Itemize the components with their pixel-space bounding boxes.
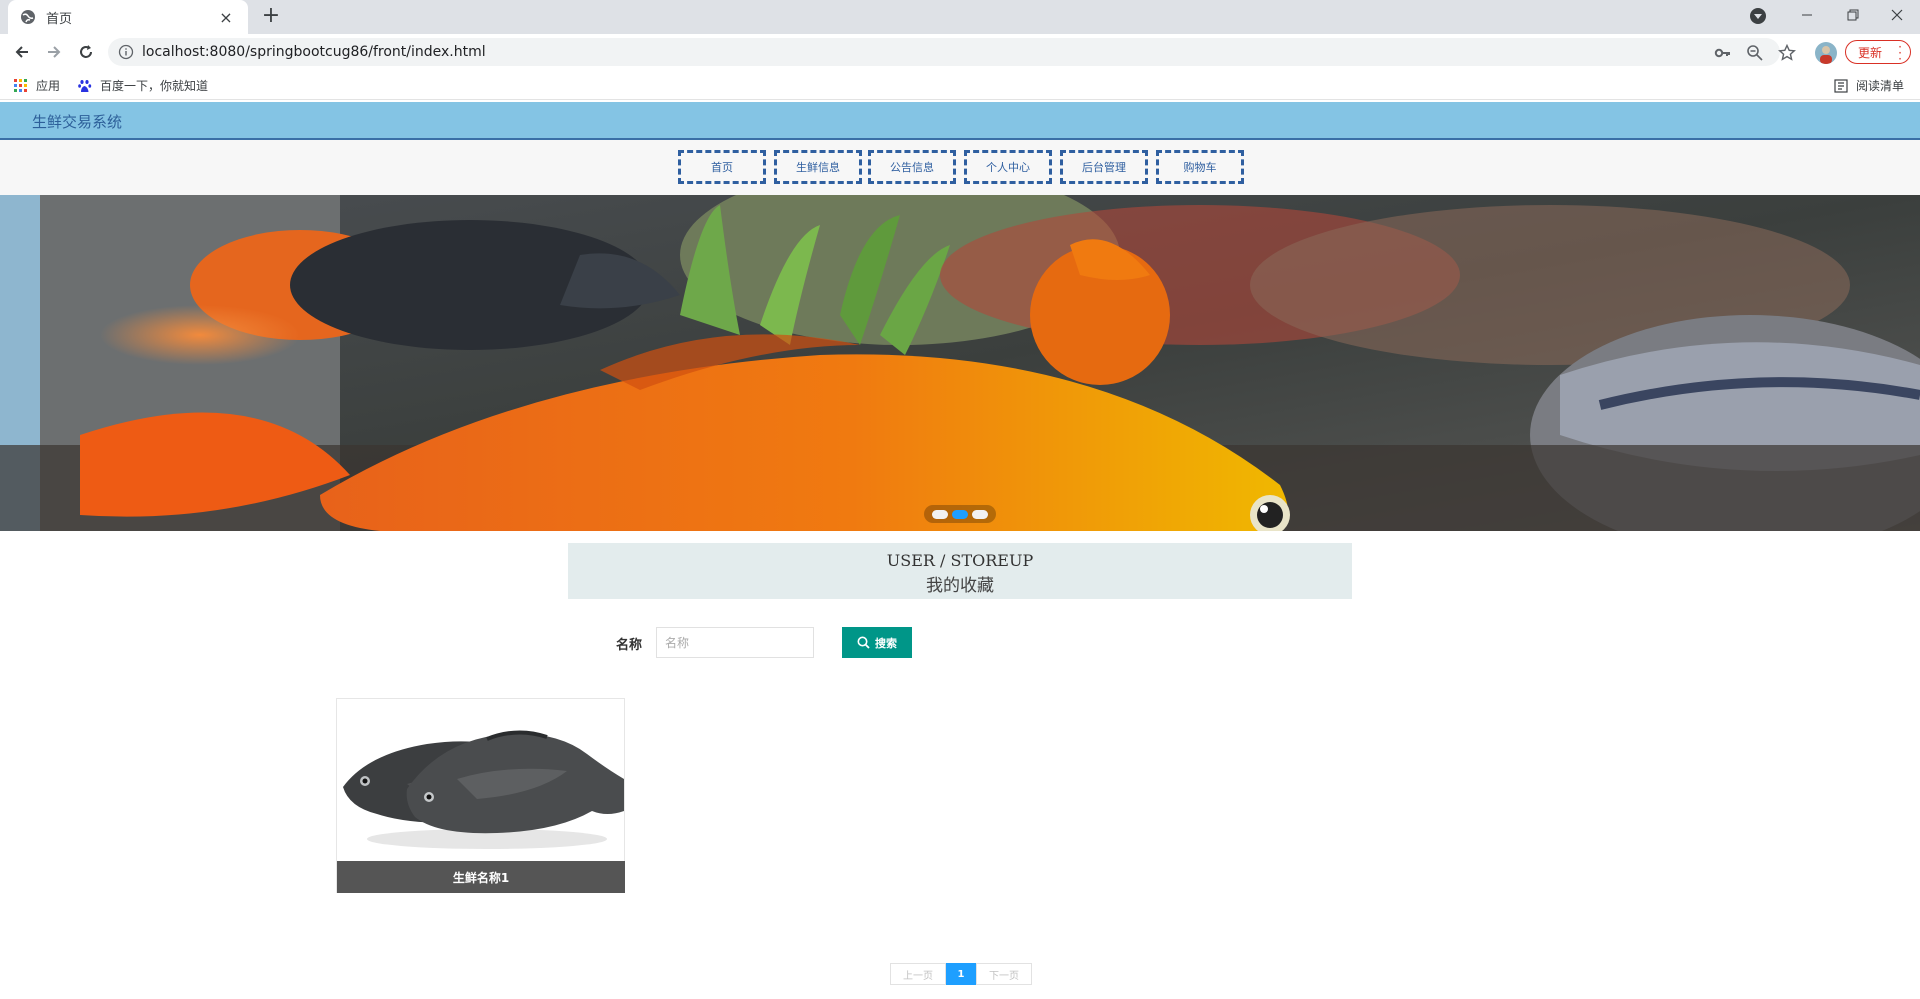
url-text: localhost:8080/springbootcug86/front/ind… [142, 44, 486, 60]
search-icon [857, 636, 870, 649]
section-title-cn: 我的收藏 [926, 576, 994, 596]
star-icon[interactable] [1778, 44, 1796, 62]
section-title: USER / STOREUP 我的收藏 [568, 543, 1352, 599]
new-tab-button[interactable]: + [258, 4, 284, 30]
close-window-button[interactable] [1874, 0, 1920, 30]
reading-list-label: 阅读清单 [1856, 79, 1905, 93]
product-image[interactable] [337, 699, 624, 861]
prev-page-button[interactable]: 上一页 [890, 963, 946, 985]
info-icon[interactable] [118, 44, 134, 60]
pagination: 上一页 1 下一页 [890, 963, 1032, 985]
aquarium-fish-image [0, 195, 1920, 531]
browser-toolbar: localhost:8080/springbootcug86/front/ind… [0, 34, 1920, 70]
zoom-icon[interactable] [1746, 44, 1764, 62]
forward-arrow-icon [48, 46, 61, 58]
minimize-icon [1802, 14, 1812, 16]
site-header: 生鲜交易系统 [0, 102, 1920, 140]
address-bar[interactable]: localhost:8080/springbootcug86/front/ind… [108, 38, 1780, 66]
bookmarks-bar: 应用 百度一下，你就知道 阅读清单 [0, 70, 1920, 100]
profile-icon [1820, 46, 1832, 64]
site-title[interactable]: 生鲜交易系统 [32, 111, 122, 132]
nav-item-announcements[interactable]: 公告信息 [868, 150, 956, 184]
globe-icon [21, 10, 35, 24]
reload-icon [80, 45, 92, 58]
product-card[interactable]: 生鲜名称1 [336, 698, 625, 893]
main-nav: 首页 生鲜信息 公告信息 个人中心 后台管理 购物车 [0, 140, 1920, 195]
restore-button[interactable] [1830, 0, 1876, 30]
restore-icon [1847, 9, 1859, 21]
product-name[interactable]: 生鲜名称1 [337, 861, 625, 893]
tab-title: 首页 [46, 11, 73, 27]
crucian-carp-image [337, 699, 624, 861]
back-arrow-icon [15, 46, 28, 58]
nav-item-cart[interactable]: 购物车 [1156, 150, 1244, 184]
nav-item-home[interactable]: 首页 [678, 150, 766, 184]
browser-tab-bar: 首页 × + [0, 0, 1920, 34]
reading-list-button[interactable]: 阅读清单 [1834, 77, 1904, 94]
minimize-button[interactable] [1784, 0, 1830, 30]
section-title-en: USER / STOREUP [886, 551, 1034, 570]
carousel-indicators [924, 505, 996, 523]
bookmark-baidu[interactable]: 百度一下，你就知道 [78, 77, 208, 94]
avatar[interactable] [1815, 42, 1837, 64]
more-menu-icon[interactable]: · · · [1898, 41, 1902, 65]
nav-item-user-center[interactable]: 个人中心 [964, 150, 1052, 184]
browser-tab[interactable]: 首页 × [8, 0, 248, 34]
key-icon[interactable] [1714, 44, 1732, 62]
reading-list-icon [1834, 78, 1848, 93]
reload-button[interactable] [74, 40, 98, 64]
search-input[interactable] [656, 627, 814, 658]
nav-item-fresh-info[interactable]: 生鲜信息 [774, 150, 862, 184]
update-label: 更新 [1858, 45, 1883, 60]
current-page[interactable]: 1 [946, 963, 976, 985]
carousel-banner[interactable] [0, 195, 1920, 531]
close-tab-icon[interactable]: × [216, 8, 236, 27]
carousel-dot-1[interactable] [932, 509, 948, 519]
bookmark-apps[interactable]: 应用 [14, 77, 60, 94]
search-label: 名称 [616, 638, 643, 653]
carousel-dot-3[interactable] [972, 509, 988, 519]
next-page-button[interactable]: 下一页 [976, 963, 1032, 985]
forward-button[interactable] [42, 40, 66, 64]
back-button[interactable] [10, 40, 34, 64]
nav-item-admin[interactable]: 后台管理 [1060, 150, 1148, 184]
carousel-dot-2[interactable] [952, 509, 968, 519]
apps-grid-icon [14, 78, 27, 92]
search-button[interactable]: 搜索 [842, 627, 912, 658]
baidu-paw-icon [78, 79, 92, 92]
close-icon [1891, 9, 1903, 21]
bookmark-label: 百度一下，你就知道 [100, 79, 209, 93]
update-button[interactable]: 更新 · · · [1845, 40, 1911, 65]
bookmark-label: 应用 [36, 79, 61, 93]
tab-search-icon[interactable] [1750, 8, 1766, 24]
search-button-label: 搜索 [875, 636, 897, 650]
